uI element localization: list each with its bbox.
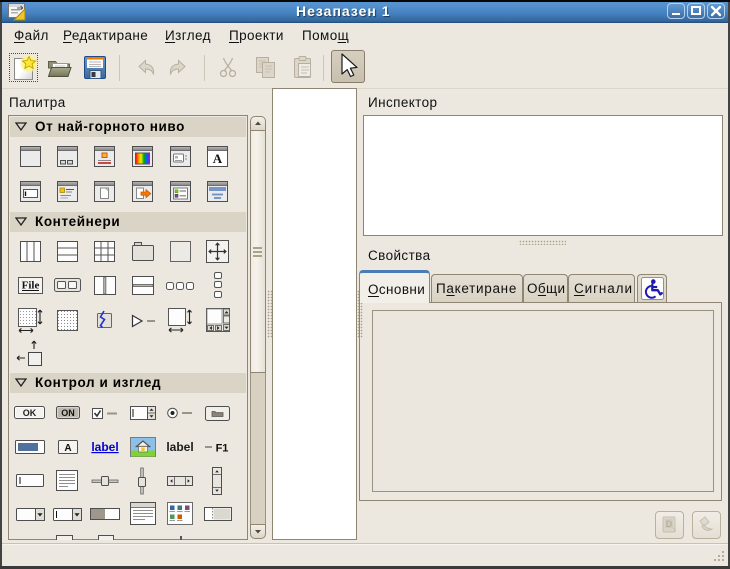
svg-text:File: File: [22, 280, 40, 292]
svg-text:label: label: [166, 440, 193, 454]
svg-text:D: D: [666, 519, 673, 529]
svg-text:ON: ON: [61, 408, 75, 418]
svg-text:label: label: [91, 440, 118, 454]
svg-text:F1: F1: [216, 443, 229, 454]
svg-text:A: A: [64, 443, 71, 454]
svg-text:OK: OK: [23, 408, 37, 418]
svg-text:A: A: [213, 151, 223, 166]
